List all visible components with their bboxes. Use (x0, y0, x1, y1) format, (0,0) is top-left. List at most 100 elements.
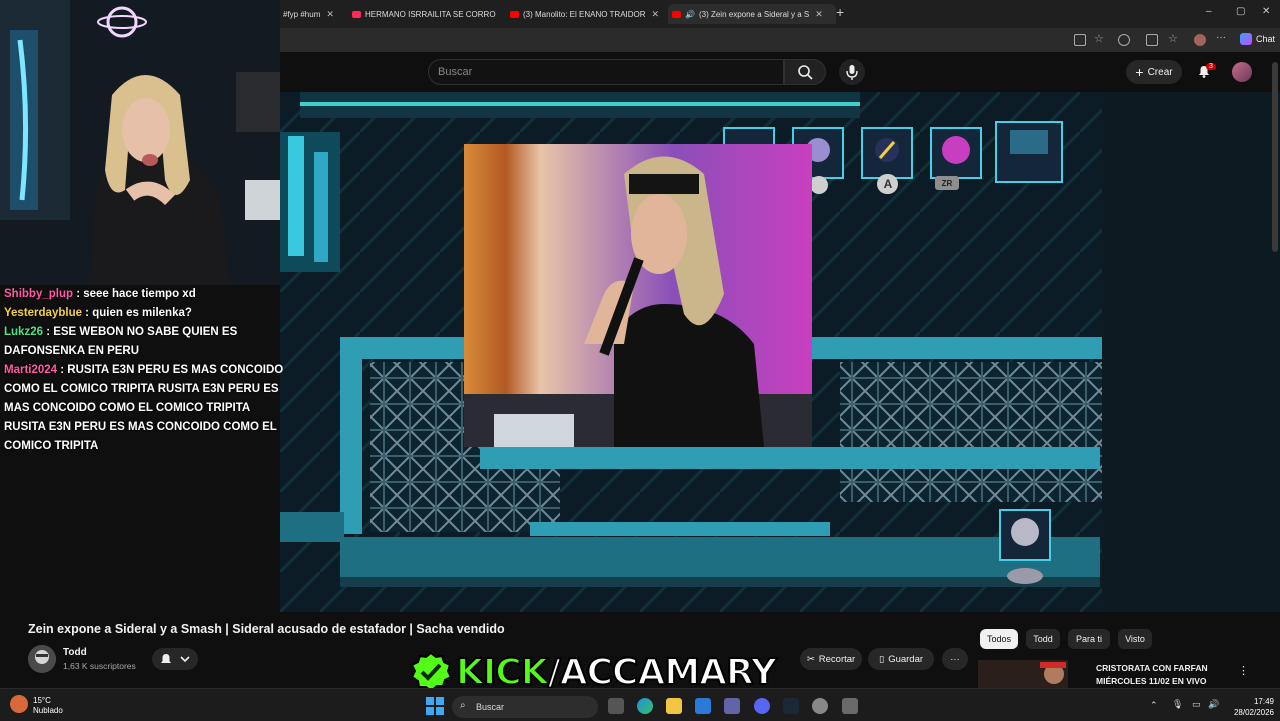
weather-icon[interactable] (10, 695, 28, 713)
chip-para-ti[interactable]: Para ti (1068, 629, 1110, 649)
taskbar-search[interactable]: Buscar (452, 696, 598, 718)
create-button[interactable]: + Crear (1126, 60, 1182, 84)
favorites-icon[interactable]: ☆ (1168, 32, 1178, 42)
plus-icon: + (1135, 64, 1143, 80)
file-explorer-icon[interactable] (666, 698, 682, 714)
teams-icon[interactable] (724, 698, 740, 714)
recommended-video-thumbnail[interactable] (978, 660, 1068, 688)
chip-visto[interactable]: Visto (1118, 629, 1152, 649)
thumbnail-image (978, 660, 1068, 688)
kick-username: ACCAMARY (560, 652, 776, 693)
inset-clip (464, 144, 812, 447)
youtube-icon (672, 11, 681, 18)
video-side-panel (1102, 92, 1280, 612)
extension-icon[interactable] (1118, 34, 1130, 46)
chat-message: Marti2024 : RUSITA E3N PERU ES MAS CONCO… (0, 361, 288, 456)
chat-message: Lukz26 : ESE WEBON NO SABE QUIEN ES DAFO… (0, 323, 254, 361)
volume-icon[interactable]: 🔊 (1208, 699, 1219, 710)
favorite-star-icon[interactable]: ☆ (1094, 32, 1104, 42)
recommended-video-title[interactable]: CRISTORATA CON FARFAN MIÉRCOLES 11/02 EN… (1096, 662, 1208, 688)
tab-manolito[interactable]: (3) Manolito: El ENANO TRAIDOR ✕ (510, 4, 660, 24)
more-actions-button[interactable]: ··· (942, 648, 968, 670)
profile-icon[interactable] (1194, 34, 1206, 46)
store-icon[interactable] (695, 698, 711, 714)
channel-avatar-image (28, 645, 56, 673)
recommended-title-line2: MIÉRCOLES 11/02 EN VIVO (1096, 675, 1208, 688)
video-title: Zein expone a Sideral y a Smash | Sidera… (28, 622, 505, 636)
settings-icon[interactable] (842, 698, 858, 714)
chat-username: Yesterdayblue (4, 307, 82, 319)
close-window-icon[interactable]: ✕ (1262, 6, 1270, 17)
tab-fyp[interactable]: #fyp #hum ✕ (283, 4, 345, 24)
tab-label: (3) Manolito: El ENANO TRAIDOR (523, 10, 646, 19)
search-input[interactable]: Buscar (428, 59, 784, 85)
extensions-icon[interactable] (1146, 34, 1158, 46)
close-tab-icon[interactable]: ✕ (652, 9, 660, 20)
chip-todos[interactable]: Todos (980, 629, 1018, 649)
kick-handle: KICK/ACCAMARY (456, 652, 776, 693)
search-button[interactable] (784, 59, 826, 85)
tiktok-icon (352, 11, 361, 18)
system-clock[interactable]: 17:49 28/02/2026 (1226, 696, 1274, 718)
stream-chat: Shibby_plup : seee hace tiempo xd Yester… (0, 285, 290, 485)
chat-label: Chat (1256, 34, 1275, 44)
new-tab-icon[interactable]: + (836, 4, 844, 20)
chat-username: Shibby_plup (4, 288, 73, 300)
chat-text: : quien es milenka? (82, 307, 192, 319)
weather-widget[interactable]: 15°C Nublado (33, 696, 63, 716)
video-player[interactable]: A ZR (280, 92, 1102, 612)
clip-button[interactable]: ✂ Recortar (800, 648, 862, 670)
tab-label: HERMANO ISRRAILITA SE CORRO (365, 10, 496, 19)
tab-hermano[interactable]: HERMANO ISRRAILITA SE CORRO✕ (352, 4, 502, 24)
chat-message: Shibby_plup : seee hace tiempo xd (0, 285, 290, 304)
more-icon[interactable]: ··· (1216, 32, 1226, 42)
chat-text: : seee hace tiempo xd (73, 288, 196, 300)
copilot-icon (1240, 33, 1252, 45)
clock-date: 28/02/2026 (1226, 707, 1274, 718)
clip-label: Recortar (819, 654, 855, 665)
steam-icon[interactable] (783, 698, 799, 714)
subscription-bell-button[interactable] (152, 648, 198, 670)
reader-icon[interactable] (1074, 34, 1086, 46)
channel-name[interactable]: Todd (63, 647, 87, 658)
tab-zein-active[interactable]: 🔊 (3) Zein expone a Sideral y a S✕ (668, 4, 836, 24)
chat-username: Lukz26 (4, 326, 43, 338)
save-label: Guardar (888, 654, 923, 665)
voice-search-button[interactable] (839, 59, 865, 85)
network-icon[interactable]: ▭ (1192, 699, 1201, 710)
tray-chevron-icon[interactable]: ⌃ (1150, 700, 1158, 711)
scissors-icon: ✂ (807, 654, 815, 665)
recommended-title-line1: CRISTORATA CON FARFAN (1096, 662, 1208, 675)
discord-icon[interactable] (754, 698, 770, 714)
task-view-icon[interactable] (608, 698, 624, 714)
minimize-icon[interactable]: – (1206, 6, 1212, 17)
temperature: 15°C (33, 696, 63, 706)
subscriber-count: 1,63 K suscriptores (63, 661, 136, 671)
windows-start-icon[interactable] (426, 697, 444, 720)
verified-badge-icon (410, 651, 452, 693)
channel-avatar[interactable] (28, 645, 56, 673)
close-tab-icon[interactable]: ✕ (326, 9, 334, 20)
page-scrollbar[interactable] (1272, 62, 1278, 252)
save-button[interactable]: ▯ Guardar (868, 648, 934, 670)
bookmark-icon: ▯ (879, 654, 884, 665)
bell-icon (152, 648, 198, 670)
close-tab-icon[interactable]: ✕ (815, 9, 823, 20)
obs-icon[interactable] (812, 698, 828, 714)
taskbar-search-label: Buscar (476, 702, 504, 712)
chip-todd[interactable]: Todd (1026, 629, 1060, 649)
maximize-icon[interactable]: ▢ (1236, 6, 1245, 17)
edge-icon[interactable] (637, 698, 653, 714)
clock-time: 17:49 (1226, 696, 1274, 707)
account-avatar[interactable] (1232, 62, 1252, 82)
kick-brand: KICK (456, 652, 548, 693)
more-icon: ··· (950, 654, 960, 665)
chat-username: Marti2024 (4, 364, 57, 376)
streamer-webcam (0, 0, 280, 285)
microphone-icon (839, 59, 865, 85)
microphone-tray-icon[interactable]: 🎙 (1172, 699, 1183, 710)
search-placeholder: Buscar (438, 66, 472, 78)
recommended-menu-icon[interactable]: ⋮ (1238, 664, 1249, 677)
copilot-chat-button[interactable]: Chat (1240, 33, 1275, 45)
tab-label: #fyp #hum (283, 10, 320, 19)
